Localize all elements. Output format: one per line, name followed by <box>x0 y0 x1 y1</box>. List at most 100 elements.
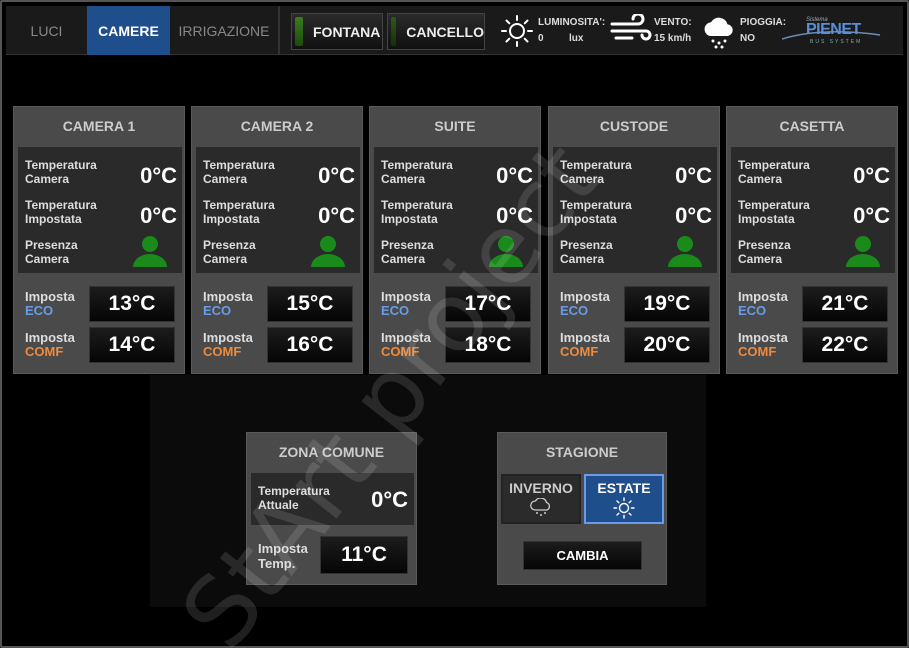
room-card: CAMERA 2 Temperatura Camera 0°C Temperatura I… <box>191 106 363 374</box>
comf-tag: COMF <box>203 344 242 359</box>
luminosity-widget: LUMINOSITA': 0 lux <box>500 14 610 50</box>
zona-temp-label-line2: Attuale <box>258 498 299 512</box>
sun-icon <box>501 15 533 47</box>
temp-impostata-value: 0°C <box>853 203 890 228</box>
presenza-label: Presenza Camera <box>738 238 791 266</box>
estate-button[interactable]: ESTATE <box>584 474 664 524</box>
label-line: Temperatura <box>203 158 275 172</box>
room-info: Temperatura Camera 0°C Temperatura Impostata… <box>731 147 895 273</box>
label-line: Presenza <box>25 238 78 252</box>
cancello-button[interactable]: CANCELLO <box>387 13 485 50</box>
label-line: Camera <box>25 252 70 266</box>
tab-luci[interactable]: LUCI <box>6 6 87 55</box>
label-line: Impostata <box>738 212 795 226</box>
tab-camere[interactable]: CAMERE <box>87 6 170 55</box>
label-line: Camera <box>560 252 605 266</box>
zona-imposta-value[interactable]: 11°C <box>320 536 408 574</box>
luminosity-unit: lux <box>569 33 584 44</box>
wind-value: 15 km/h <box>654 33 692 44</box>
presenza-label: Presenza Camera <box>560 238 613 266</box>
label-line: Imposta <box>560 289 610 304</box>
person-presence-icon <box>667 235 703 272</box>
temp-impostata-label: Temperatura Impostata <box>203 198 275 226</box>
label-line: Camera <box>560 172 605 186</box>
temp-impostata-value: 0°C <box>675 203 712 228</box>
room-info: Temperatura Camera 0°C Temperatura Impostata… <box>18 147 182 273</box>
room-card: CASETTA Temperatura Camera 0°C Temperatura Im… <box>726 106 898 374</box>
eco-tag: ECO <box>203 303 232 318</box>
zona-imposta-line2: Temp. <box>258 556 296 571</box>
temp-camera-value: 0°C <box>675 163 712 188</box>
label-line: Imposta <box>560 330 610 345</box>
label-line: Imposta <box>203 330 253 345</box>
rain-widget: PIOGGIA: NO <box>702 14 788 50</box>
logo-main-text: PIENET <box>806 21 861 38</box>
eco-setpoint[interactable]: 19°C <box>624 286 710 322</box>
comf-setpoint[interactable]: 16°C <box>267 327 353 363</box>
comf-setpoint[interactable]: 20°C <box>624 327 710 363</box>
label-line: Temperatura <box>738 158 810 172</box>
sun-icon <box>613 497 635 519</box>
rain-value: NO <box>740 33 755 44</box>
label-line: Imposta <box>381 289 431 304</box>
label-line: Imposta <box>25 289 75 304</box>
fontana-button[interactable]: FONTANA <box>291 13 383 50</box>
luminosity-value: 0 <box>538 33 544 44</box>
comf-tag: COMF <box>560 344 599 359</box>
wind-icon <box>610 14 652 41</box>
imposta-comf-label: Imposta COMF <box>25 331 75 359</box>
eco-setpoint[interactable]: 13°C <box>89 286 175 322</box>
label-line: Imposta <box>738 289 788 304</box>
imposta-eco-label: Imposta ECO <box>25 290 75 318</box>
imposta-eco-label: Imposta ECO <box>381 290 431 318</box>
zona-title: ZONA COMUNE <box>278 444 385 460</box>
temp-camera-value: 0°C <box>318 163 355 188</box>
stagione-title: STAGIONE <box>545 444 619 460</box>
person-presence-icon <box>488 235 524 272</box>
temp-impostata-value: 0°C <box>140 203 177 228</box>
status-led-icon <box>391 17 397 46</box>
wind-label: VENTO: <box>654 17 692 28</box>
comf-setpoint[interactable]: 14°C <box>89 327 175 363</box>
eco-tag: ECO <box>738 303 767 318</box>
luminosity-label: LUMINOSITA': <box>538 17 606 28</box>
eco-setpoint[interactable]: 17°C <box>445 286 531 322</box>
temp-camera-label: Temperatura Camera <box>25 158 97 186</box>
comf-setpoint[interactable]: 22°C <box>802 327 888 363</box>
label-line: Imposta <box>203 289 253 304</box>
logo-sub-text: BUS SYSTEM <box>810 39 863 45</box>
temp-impostata-value: 0°C <box>496 203 533 228</box>
brand-logo: Sistema PIENET BUS SYSTEM <box>782 17 882 45</box>
comf-tag: COMF <box>738 344 777 359</box>
label-line: Imposta <box>738 330 788 345</box>
room-title: SUITE <box>434 118 476 134</box>
eco-tag: ECO <box>25 303 54 318</box>
room-info: Temperatura Camera 0°C Temperatura Impostata… <box>374 147 538 273</box>
label-line: Camera <box>203 252 248 266</box>
imposta-comf-label: Imposta COMF <box>381 331 431 359</box>
tab-irrigazione[interactable]: IRRIGAZIONE <box>170 6 278 55</box>
stagione-card: STAGIONE INVERNO ESTATE CAMBIA <box>497 432 667 585</box>
temp-impostata-label: Temperatura Impostata <box>381 198 453 226</box>
comf-setpoint[interactable]: 18°C <box>445 327 531 363</box>
cambia-button[interactable]: CAMBIA <box>523 541 642 570</box>
eco-setpoint[interactable]: 15°C <box>267 286 353 322</box>
label-line: Temperatura <box>203 198 275 212</box>
temp-camera-label: Temperatura Camera <box>738 158 810 186</box>
label-line: Camera <box>381 172 426 186</box>
temp-impostata-label: Temperatura Impostata <box>560 198 632 226</box>
divider <box>278 6 280 55</box>
zona-temp-label-line1: Temperatura <box>258 484 330 498</box>
label-line: Imposta <box>25 330 75 345</box>
label-line: Temperatura <box>560 158 632 172</box>
imposta-eco-label: Imposta ECO <box>738 290 788 318</box>
inverno-button[interactable]: INVERNO <box>501 474 581 524</box>
imposta-comf-label: Imposta COMF <box>738 331 788 359</box>
presenza-label: Presenza Camera <box>25 238 78 266</box>
label-line: Presenza <box>560 238 613 252</box>
room-info: Temperatura Camera 0°C Temperatura Impostata… <box>553 147 717 273</box>
top-bar: LUCI CAMERE IRRIGAZIONE FONTANA CANCELLO… <box>6 6 903 55</box>
eco-tag: ECO <box>381 303 410 318</box>
room-card: CUSTODE Temperatura Camera 0°C Temperatura Im… <box>548 106 720 374</box>
eco-setpoint[interactable]: 21°C <box>802 286 888 322</box>
